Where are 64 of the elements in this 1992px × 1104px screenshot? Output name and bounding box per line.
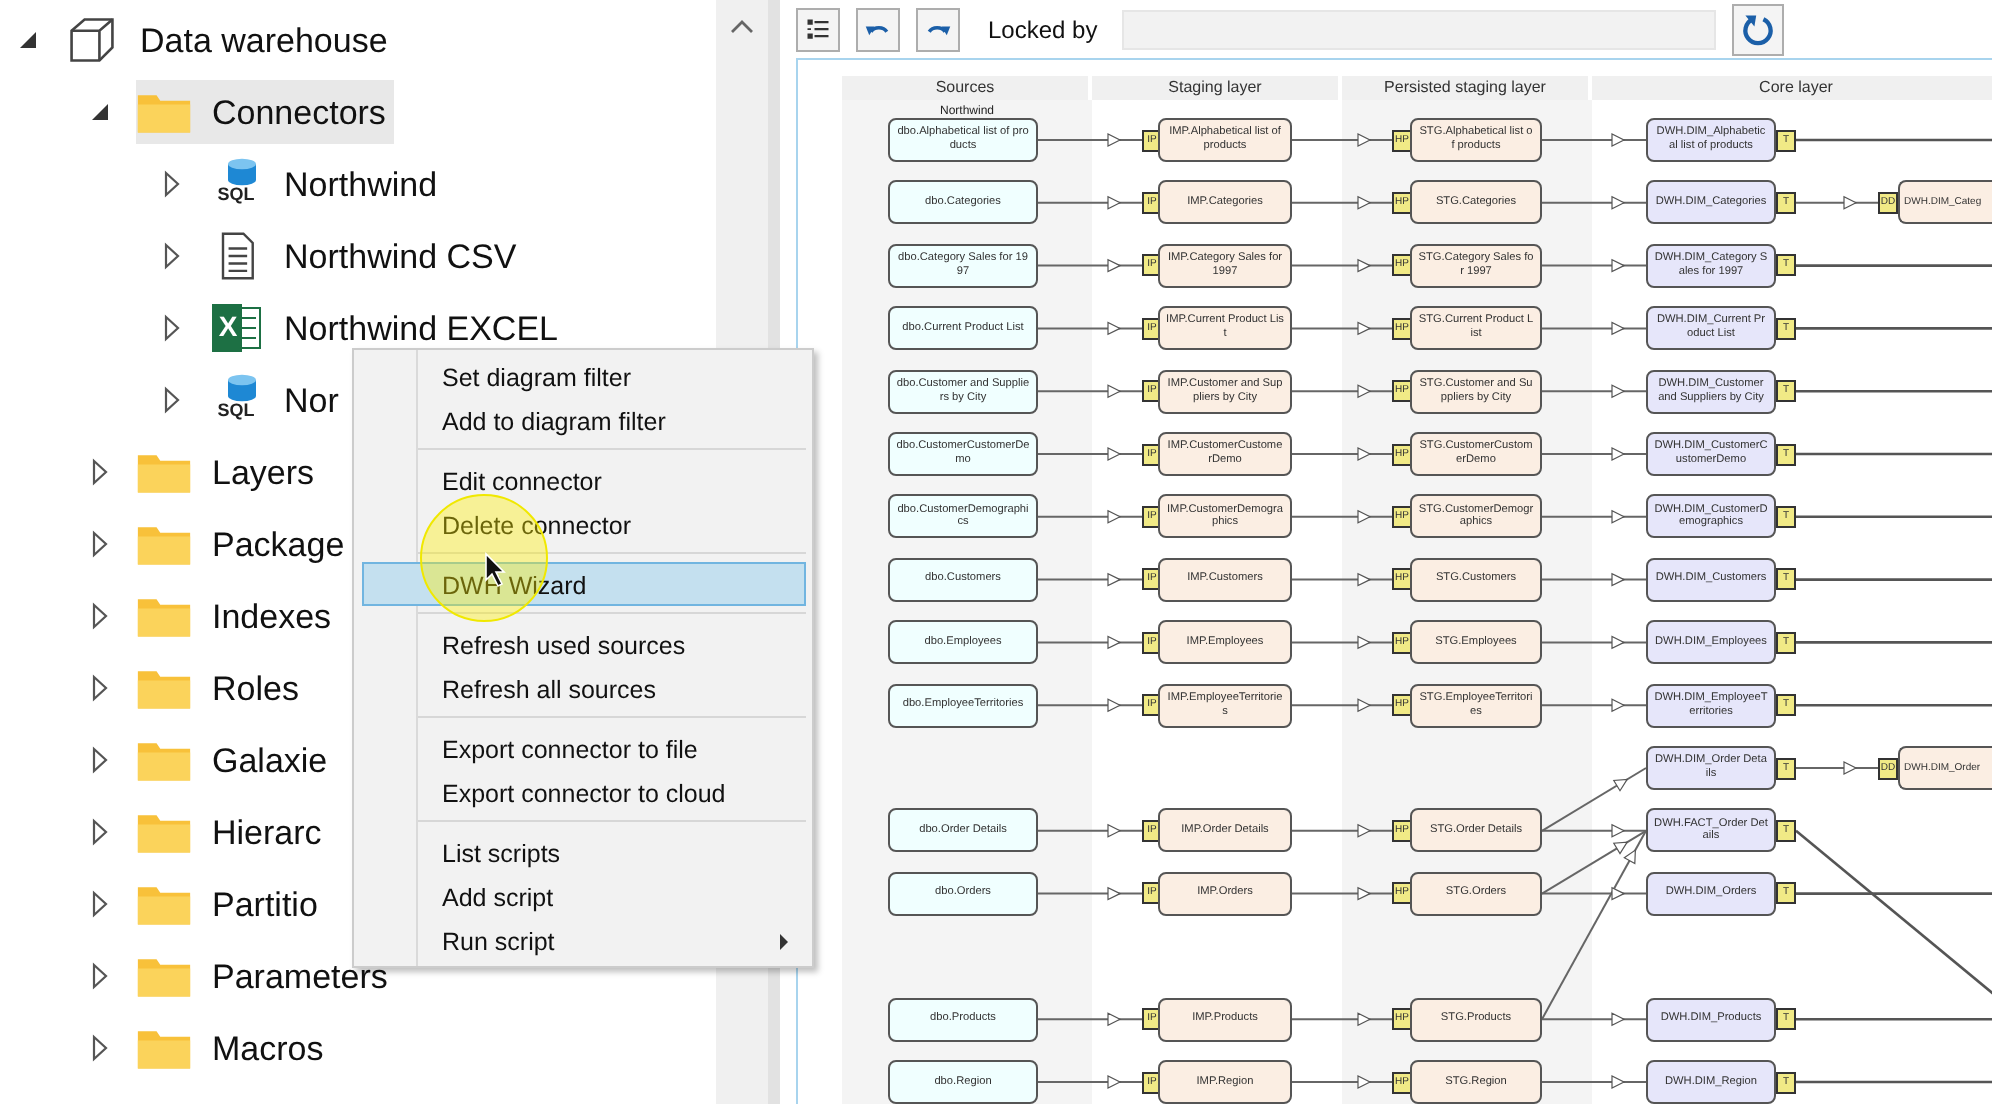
connector-arrow: [1291, 886, 1393, 901]
connector-arrow: [1291, 384, 1393, 399]
locked-by-label: Locked by: [988, 15, 1098, 43]
connector-arrow: [1541, 133, 1647, 147]
connector-arrow: [1291, 572, 1393, 587]
refresh-icon: [1739, 11, 1776, 47]
tree-item[interactable]: Roles: [136, 656, 307, 720]
tree-item[interactable]: SQL Northwind: [208, 152, 446, 216]
menu-item[interactable]: Edit connector: [362, 458, 806, 502]
list-icon: [804, 15, 832, 43]
connector-arrow: [1291, 321, 1393, 336]
menu-item[interactable]: Set diagram filter: [362, 354, 806, 398]
tree-item[interactable]: Macros: [136, 1016, 332, 1080]
connector-arrow: [1541, 635, 1647, 650]
connector-arrow: [1541, 509, 1647, 524]
tree-item[interactable]: Northwind CSV: [208, 224, 525, 288]
connector-arrow: [1541, 572, 1647, 587]
connector-arrow: [1291, 133, 1393, 147]
connector-arrow: [1541, 698, 1647, 713]
locked-by-field[interactable]: [1121, 9, 1716, 49]
connector-arrow: [1291, 509, 1393, 524]
menu-item[interactable]: Export connector to cloud: [362, 770, 806, 814]
menu-item[interactable]: Refresh used sources: [362, 622, 806, 666]
connector-arrow: [1291, 258, 1393, 273]
tree-view-button[interactable]: [796, 7, 840, 51]
column-header: Core layer: [1592, 76, 1992, 100]
tree-item[interactable]: Indexes: [136, 584, 340, 648]
connector-arrow: [1541, 384, 1647, 399]
redo-button[interactable]: [916, 7, 960, 51]
connector-arrow: [1795, 195, 1879, 210]
tree-item[interactable]: SQL Nor: [208, 368, 347, 432]
connector-arrow: [1291, 635, 1393, 650]
column-header: Persisted staging layer: [1342, 76, 1592, 100]
connector-arrow: [1291, 447, 1393, 461]
cube-icon: [64, 14, 120, 66]
connector-arrow: [1291, 1012, 1393, 1027]
refresh-button[interactable]: [1731, 3, 1784, 55]
tree-item[interactable]: Galaxie: [136, 728, 336, 792]
tree-item[interactable]: Hierarc: [136, 800, 330, 864]
connector-arrow: [1541, 321, 1647, 336]
column-header: Staging layer: [1092, 76, 1342, 100]
tree-item[interactable]: Connectors: [136, 80, 394, 144]
connector-arrow: [1541, 258, 1647, 273]
menu-item[interactable]: Add to diagram filter: [362, 398, 806, 442]
connector-arrow: [1795, 761, 1879, 775]
connector-arrow: [1541, 447, 1647, 461]
connector-arrow: [1541, 1075, 1647, 1089]
undo-button[interactable]: [856, 7, 900, 51]
menu-item[interactable]: List scripts: [362, 830, 806, 874]
scroll-up-icon[interactable]: [730, 18, 754, 34]
tree-item[interactable]: X Northwind EXCEL: [208, 296, 567, 360]
tree-item[interactable]: Package: [136, 512, 353, 576]
menu-item[interactable]: Export connector to file: [362, 726, 806, 770]
connector-arrow: [1291, 698, 1393, 713]
column-header: Sources: [842, 76, 1092, 100]
tree-item[interactable]: Data warehouse: [64, 8, 396, 72]
connector-arrow: [1291, 823, 1393, 838]
tree-item[interactable]: Partitio: [136, 872, 326, 936]
connector-arrow: [1291, 1075, 1393, 1089]
menu-item[interactable]: Refresh all sources: [362, 666, 806, 710]
connector-arrow: [1541, 195, 1647, 210]
tree-item[interactable]: Layers: [136, 440, 323, 504]
connector-arrow: [1291, 195, 1393, 210]
menu-item[interactable]: Add script: [362, 874, 806, 918]
